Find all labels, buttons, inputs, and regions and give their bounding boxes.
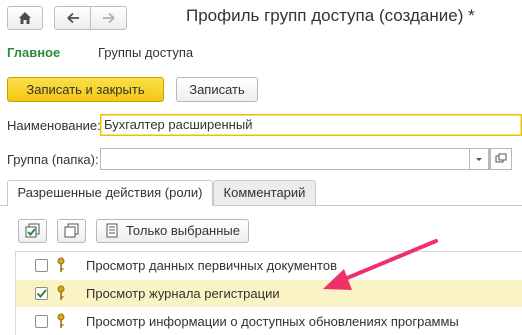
arrow-left-icon xyxy=(67,12,79,24)
list-item-selected[interactable]: Просмотр журнала регистрации xyxy=(16,280,522,307)
document-list-icon xyxy=(106,223,118,238)
group-dropdown-button[interactable] xyxy=(469,148,489,170)
page-title: Профиль групп доступа (создание) * xyxy=(186,6,475,25)
only-selected-button[interactable]: Только выбранные xyxy=(96,219,249,243)
name-label: Наименование: xyxy=(7,118,101,133)
check-all-icon xyxy=(25,223,40,238)
role-label: Просмотр информации о доступных обновлен… xyxy=(86,314,459,329)
list-item[interactable]: Просмотр данных первичных документов xyxy=(16,252,522,279)
group-open-button[interactable] xyxy=(490,148,512,170)
chevron-down-icon xyxy=(476,158,482,161)
arrow-right-icon xyxy=(103,12,115,24)
group-label: Группа (папка): xyxy=(7,152,99,167)
checkmark-icon xyxy=(36,289,47,298)
save-and-close-button[interactable]: Записать и закрыть xyxy=(7,77,164,102)
group-field[interactable] xyxy=(100,148,490,170)
save-button[interactable]: Записать xyxy=(176,77,258,102)
only-selected-label: Только выбранные xyxy=(126,223,240,238)
tab-comment[interactable]: Комментарий xyxy=(213,180,316,206)
role-label: Просмотр журнала регистрации xyxy=(86,286,280,301)
key-icon xyxy=(57,313,65,328)
home-button[interactable] xyxy=(7,6,43,30)
check-all-button[interactable] xyxy=(18,219,47,243)
key-icon xyxy=(57,257,65,272)
tab-allowed-actions[interactable]: Разрешенные действия (роли) xyxy=(7,180,213,206)
role-checkbox[interactable] xyxy=(35,315,48,328)
role-checkbox[interactable] xyxy=(35,287,48,300)
role-label: Просмотр данных первичных документов xyxy=(86,258,337,273)
open-window-icon xyxy=(495,153,507,163)
list-item[interactable]: Просмотр информации о доступных обновлен… xyxy=(16,308,522,335)
back-button[interactable] xyxy=(54,6,91,30)
section-main-link[interactable]: Главное xyxy=(7,45,60,60)
name-field[interactable]: Бухгалтер расширенный xyxy=(100,114,522,136)
uncheck-all-button[interactable] xyxy=(57,219,86,243)
key-icon xyxy=(57,285,65,300)
uncheck-all-icon xyxy=(64,223,79,238)
home-icon xyxy=(19,12,31,24)
forward-button[interactable] xyxy=(90,6,127,30)
role-checkbox[interactable] xyxy=(35,259,48,272)
section-access-groups-link[interactable]: Группы доступа xyxy=(98,45,193,60)
